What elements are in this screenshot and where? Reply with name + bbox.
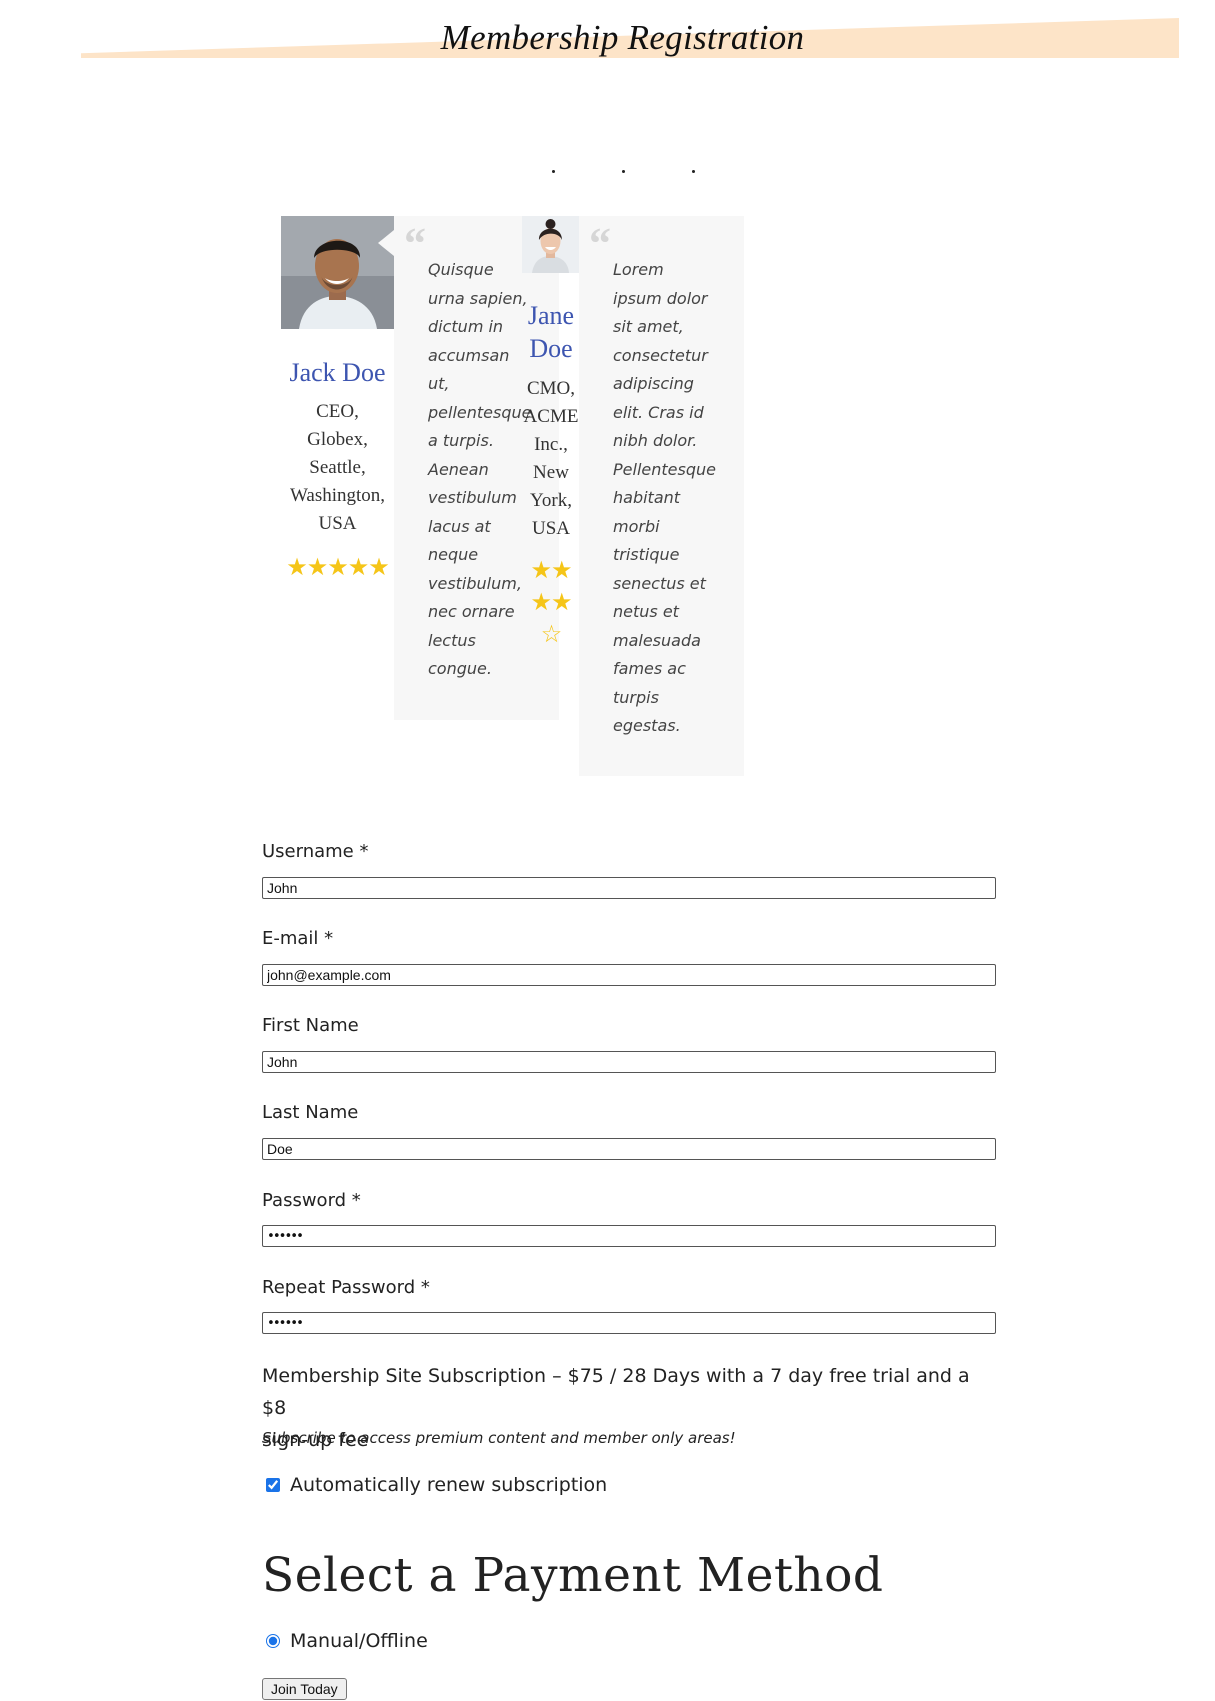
quote-pointer <box>378 230 394 256</box>
testimonial-name: Jane Doe <box>527 301 575 363</box>
testimonial-quote-text: Lorem ipsum dolor sit amet, consectetur adip… <box>613 260 716 735</box>
avatar-jane-doe <box>522 216 579 273</box>
star-rating: ★★★★★ <box>286 554 390 581</box>
password-input[interactable] <box>262 1225 996 1247</box>
repeat-password-input[interactable] <box>262 1312 996 1334</box>
testimonial-role: CMO, ACME Inc., New York, USA <box>523 378 579 539</box>
email-label: E-mail * <box>262 928 334 949</box>
carousel-dot[interactable] <box>552 170 555 173</box>
carousel-dot[interactable] <box>692 170 695 173</box>
carousel-dot[interactable] <box>622 170 625 173</box>
first-name-input[interactable] <box>262 1051 996 1073</box>
page-title: Membership Registration <box>440 18 805 57</box>
testimonial-role: CEO, Globex, Seattle, Washington, USA <box>289 401 386 534</box>
auto-renew-checkbox[interactable] <box>266 1478 280 1492</box>
subscription-plan-description: Subscribe to access premium content and … <box>262 1429 736 1447</box>
payment-method-heading: Select a Payment Method <box>262 1548 884 1603</box>
payment-method-option[interactable]: Manual/Offline <box>266 1630 428 1652</box>
quote-icon: “ <box>589 219 611 268</box>
first-name-label: First Name <box>262 1015 359 1036</box>
repeat-password-label: Repeat Password * <box>262 1277 430 1298</box>
username-input[interactable] <box>262 877 996 899</box>
auto-renew-label: Automatically renew subscription <box>290 1474 608 1496</box>
star-rating: ★★ ★★ ☆ <box>530 557 572 648</box>
manual-offline-radio[interactable] <box>266 1634 280 1648</box>
quote-icon: “ <box>404 219 426 268</box>
auto-renew-row[interactable]: Automatically renew subscription <box>266 1474 607 1496</box>
testimonial-name: Jack Doe <box>289 358 386 387</box>
username-label: Username * <box>262 841 369 862</box>
email-input[interactable] <box>262 964 996 986</box>
payment-method-label: Manual/Offline <box>290 1630 428 1652</box>
last-name-label: Last Name <box>262 1102 359 1123</box>
last-name-input[interactable] <box>262 1138 996 1160</box>
join-today-button[interactable]: Join Today <box>262 1678 347 1700</box>
password-label: Password * <box>262 1190 361 1211</box>
